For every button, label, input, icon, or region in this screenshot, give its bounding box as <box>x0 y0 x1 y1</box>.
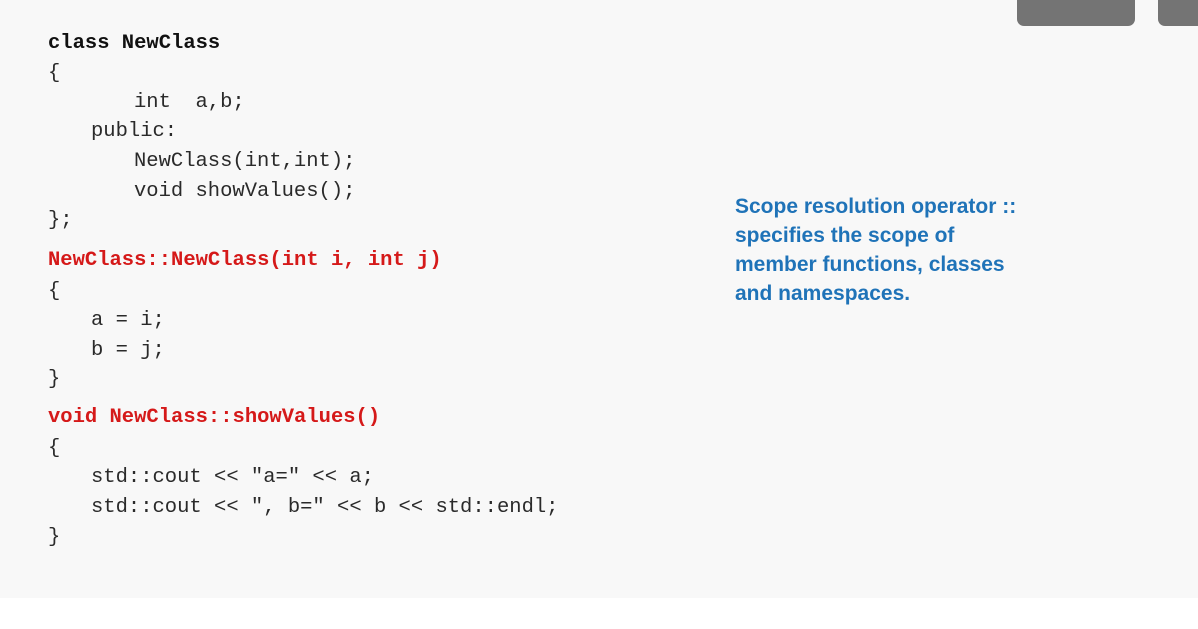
code-line-method-def: void NewClass::showValues() <box>48 406 381 429</box>
code-line-open-brace: { <box>48 280 61 303</box>
code-line-assign-a: a = i; <box>91 309 165 332</box>
scope-resolution-note: Scope resolution operator :: specifies t… <box>735 192 1095 308</box>
code-line-cout-b: std::cout << ", b=" << b << std::endl; <box>91 496 559 519</box>
code-line-class-close: }; <box>48 209 73 232</box>
code-line-open-brace: { <box>48 437 61 460</box>
code-line-method-decl: void showValues(); <box>134 180 356 203</box>
code-line-constructor-def: NewClass::NewClass(int i, int j) <box>48 249 442 272</box>
slide: class NewClass { int a,b; public: NewCla… <box>0 0 1198 598</box>
note-line: member functions, classes <box>735 253 1005 276</box>
code-line-constructor-decl: NewClass(int,int); <box>134 150 356 173</box>
page-background-strip <box>0 598 1198 629</box>
overlay-control-button[interactable] <box>1017 0 1135 26</box>
code-line-close-brace: } <box>48 368 61 391</box>
note-line: and namespaces. <box>735 282 911 305</box>
code-line-member-vars: int a,b; <box>134 91 245 114</box>
code-line-public: public: <box>91 120 178 143</box>
code-line-class-declaration: class NewClass <box>48 32 221 55</box>
code-line-cout-a: std::cout << "a=" << a; <box>91 466 374 489</box>
note-line: Scope resolution operator :: <box>735 195 1017 218</box>
overlay-control-button-secondary[interactable] <box>1158 0 1198 26</box>
code-line-assign-b: b = j; <box>91 339 165 362</box>
code-line-close-brace: } <box>48 526 61 549</box>
code-line-open-brace: { <box>48 62 61 85</box>
note-line: specifies the scope of <box>735 224 955 247</box>
